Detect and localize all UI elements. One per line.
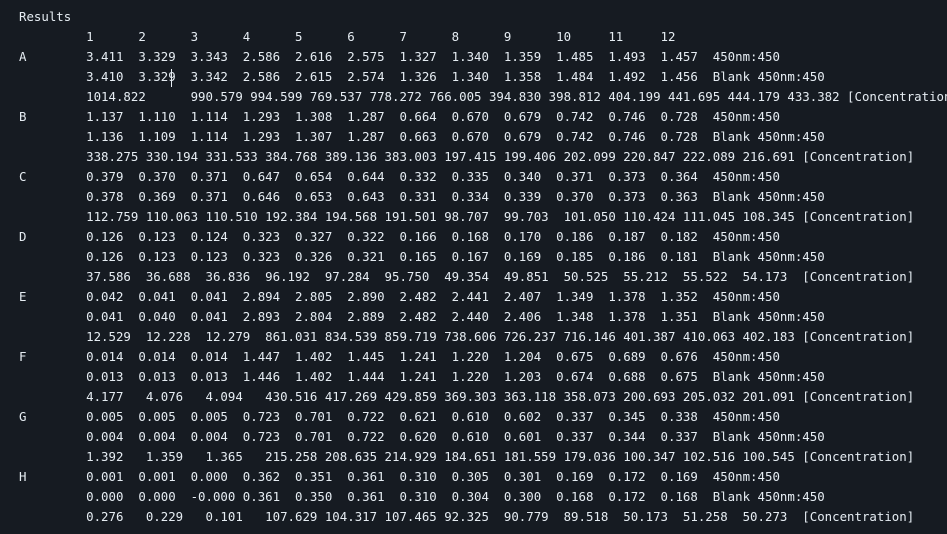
- results-text[interactable]: Results 1 2 3 4 5 6 7 8 9 10 11 12 A 3.4…: [19, 7, 947, 527]
- text-cursor: [171, 69, 172, 87]
- terminal-output-panel: Results 1 2 3 4 5 6 7 8 9 10 11 12 A 3.4…: [0, 0, 947, 534]
